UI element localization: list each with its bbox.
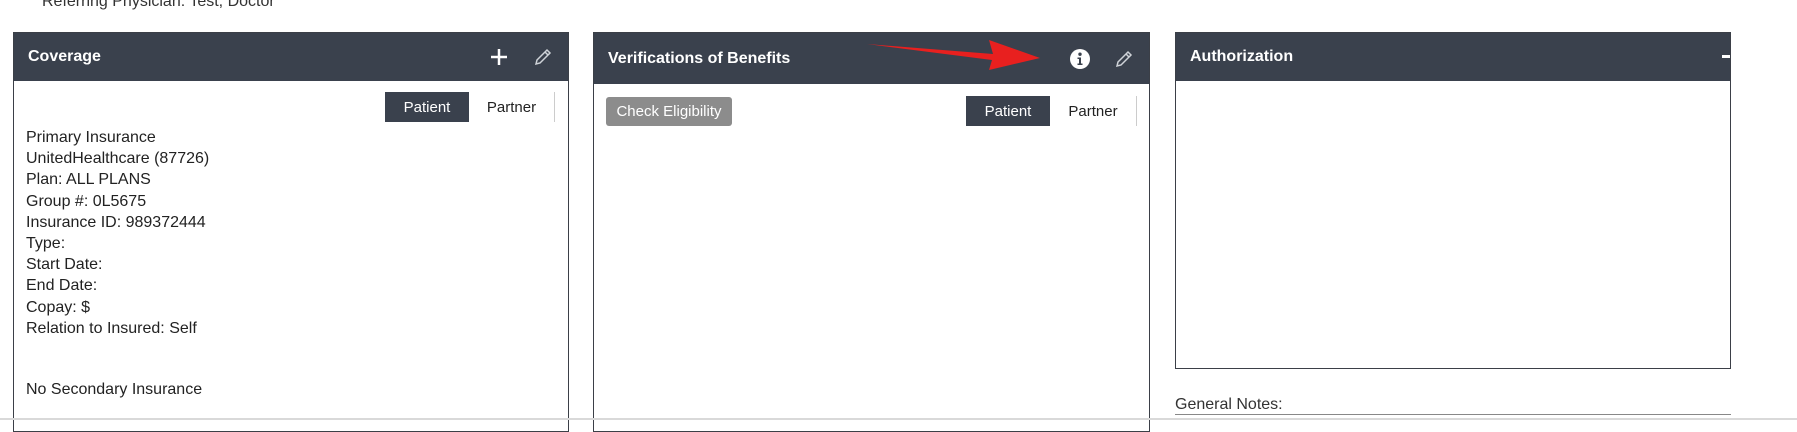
coverage-title: Coverage	[28, 48, 101, 65]
coverage-panel: Coverage Patient Partner Primary Insuran…	[13, 32, 569, 432]
insurance-copay: Copay: $	[26, 298, 91, 316]
verifications-panel: Verifications of Benefits Check Eligibil…	[593, 32, 1150, 432]
primary-insurance-details: Primary Insurance UnitedHealthcare (8772…	[26, 127, 209, 339]
insurance-relation: Relation to Insured: Self	[26, 319, 197, 337]
authorization-title: Authorization	[1190, 48, 1294, 65]
coverage-patient-tab[interactable]: Patient	[385, 92, 469, 122]
authorization-header: Authorization	[1176, 33, 1730, 81]
info-icon[interactable]	[1069, 48, 1091, 70]
referring-physician: Referring Physician: Test, Doctor	[42, 0, 275, 10]
coverage-toggle: Patient Partner	[385, 92, 555, 122]
insurance-group: Group #: 0L5675	[26, 192, 147, 210]
insurance-end-date: End Date:	[26, 277, 98, 295]
check-eligibility-button[interactable]: Check Eligibility	[606, 97, 732, 126]
verifications-patient-tab[interactable]: Patient	[966, 96, 1050, 126]
general-notes-label: General Notes:	[1175, 396, 1283, 413]
pencil-icon[interactable]	[532, 46, 554, 68]
plus-icon[interactable]	[488, 46, 510, 68]
general-notes-field[interactable]	[1175, 414, 1731, 415]
insurance-id: Insurance ID: 989372444	[26, 213, 206, 231]
insurance-type: Type:	[26, 235, 66, 253]
red-arrow	[867, 40, 1040, 70]
secondary-insurance: No Secondary Insurance	[26, 381, 203, 398]
coverage-partner-tab[interactable]: Partner	[469, 92, 555, 122]
minus-icon[interactable]	[1722, 55, 1730, 58]
insurance-start-date: Start Date:	[26, 256, 103, 274]
insurance-plan: Plan: ALL PLANS	[26, 171, 151, 189]
primary-insurance-heading: Primary Insurance	[26, 129, 156, 146]
insurance-carrier: UnitedHealthcare (87726)	[26, 150, 210, 168]
authorization-panel: Authorization	[1175, 32, 1731, 369]
coverage-header: Coverage	[14, 33, 568, 81]
pencil-icon[interactable]	[1113, 48, 1135, 70]
verifications-toggle: Patient Partner	[966, 96, 1137, 126]
verifications-partner-tab[interactable]: Partner	[1050, 96, 1137, 126]
